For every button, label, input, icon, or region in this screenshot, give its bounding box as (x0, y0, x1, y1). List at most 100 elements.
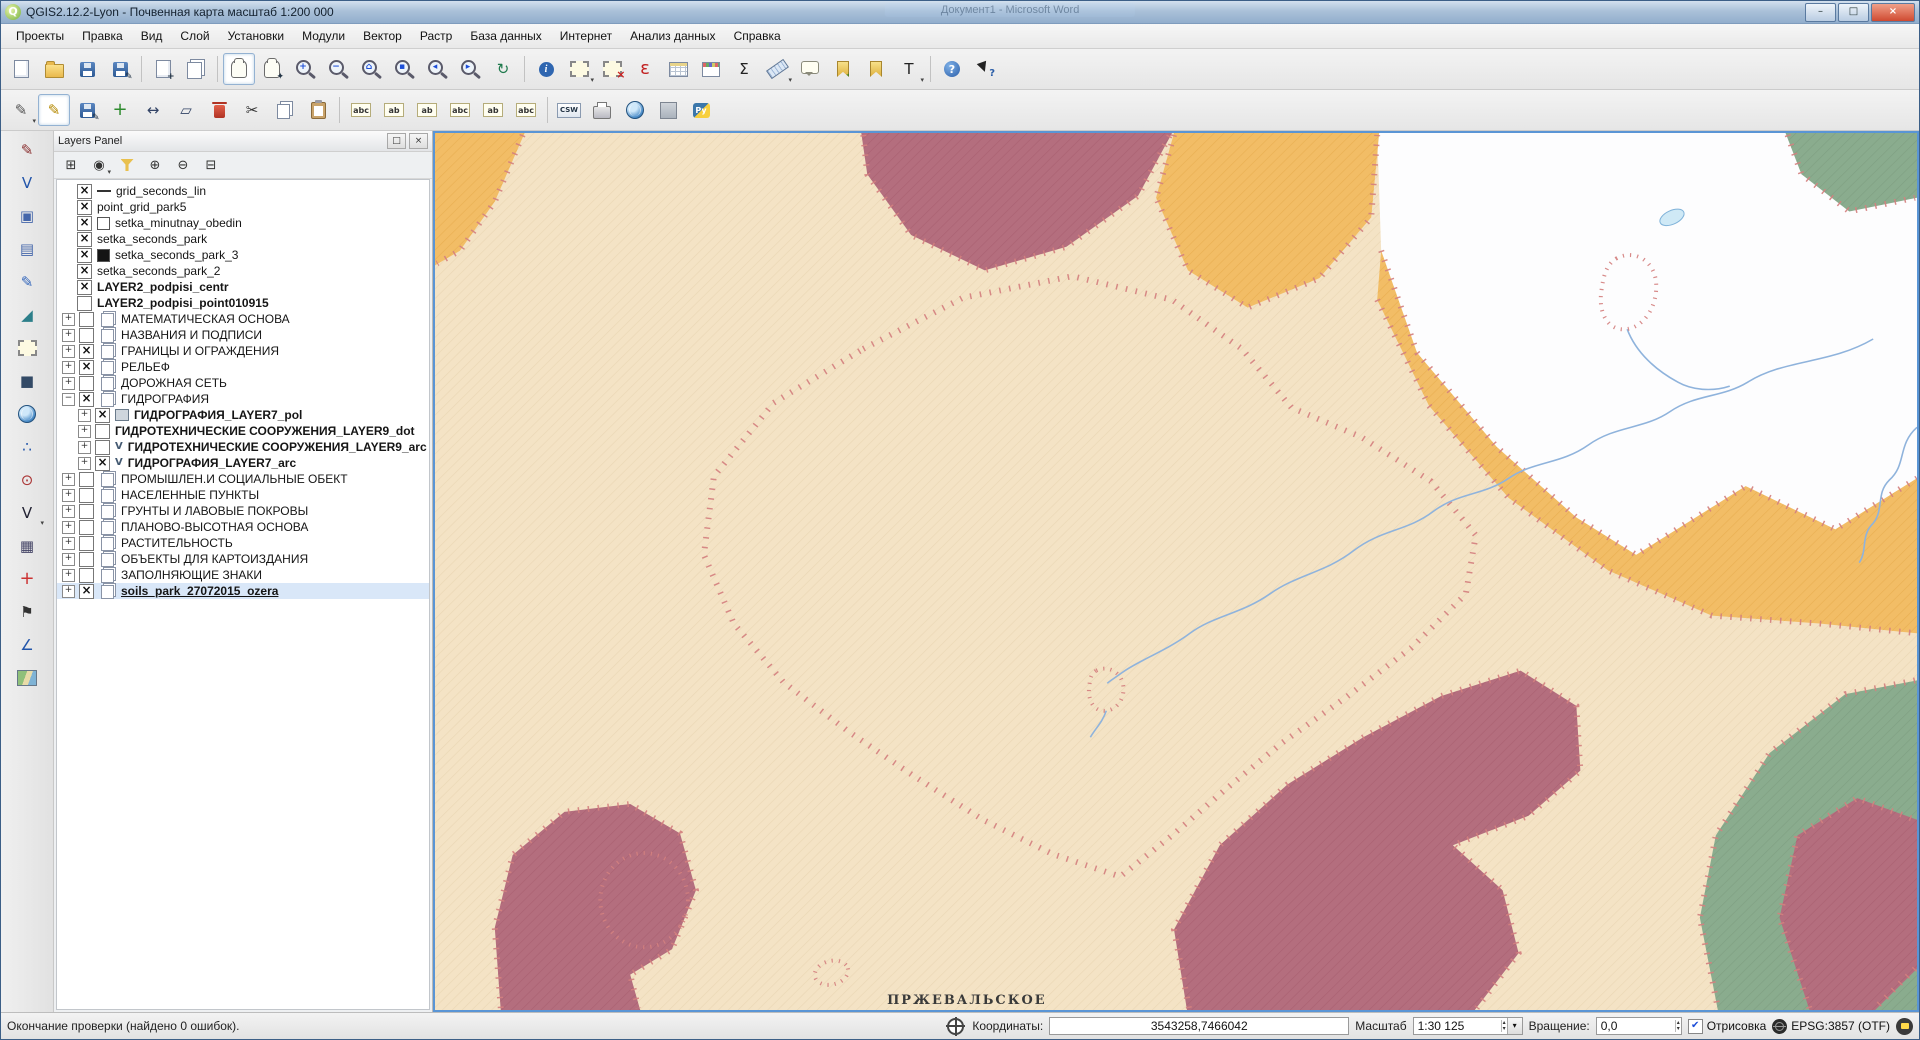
cad-blocks-button[interactable]: ▣ (9, 201, 45, 231)
field-calculator-button[interactable] (695, 53, 727, 85)
layer-checkbox[interactable]: × (95, 408, 110, 423)
change-label-button[interactable]: abc (510, 94, 542, 126)
node-tool-button[interactable]: ▱ (170, 94, 202, 126)
expander-icon[interactable]: + (62, 505, 75, 518)
close-button[interactable]: × (1871, 3, 1915, 22)
layer-row[interactable]: +ОБЪЕКТЫ ДЛЯ КАРТОИЗДАНИЯ (57, 551, 429, 567)
filter-legend-button[interactable] (114, 153, 140, 177)
pan-map-button[interactable] (223, 53, 255, 85)
layer-row[interactable]: ×setka_seconds_park_2 (57, 263, 429, 279)
expander-icon[interactable]: + (62, 377, 75, 390)
label-options-button[interactable]: abc (345, 94, 377, 126)
expander-icon[interactable]: + (62, 361, 75, 374)
menu-item[interactable]: Вектор (354, 26, 411, 46)
layer-row[interactable]: ×LAYER2_podpisi_centr (57, 279, 429, 295)
menu-item[interactable]: Растр (411, 26, 461, 46)
angle-tool-button[interactable]: ∠ (9, 630, 45, 660)
layer-checkbox[interactable] (79, 376, 94, 391)
sketch-tool-button[interactable]: ✎ (9, 267, 45, 297)
move-label-button[interactable]: abc (444, 94, 476, 126)
layer-checkbox[interactable] (79, 504, 94, 519)
layer-row[interactable]: ×setka_seconds_park (57, 231, 429, 247)
add-feature-button[interactable]: + (104, 94, 136, 126)
expander-icon[interactable]: + (62, 473, 75, 486)
layer-checkbox[interactable]: × (95, 456, 110, 471)
expander-icon[interactable]: + (78, 409, 91, 422)
layer-checkbox[interactable]: × (77, 200, 92, 215)
zoom-out-button[interactable]: − (322, 53, 354, 85)
layer-row[interactable]: +НАСЕЛЕННЫЕ ПУНКТЫ (57, 487, 429, 503)
print-export-button[interactable] (586, 94, 618, 126)
zoom-to-selection-button[interactable]: ▪ (388, 53, 420, 85)
rotation-spinbox[interactable]: 0,0 ▴▾ (1596, 1017, 1682, 1035)
composer-manager-button[interactable] (180, 53, 212, 85)
menu-item[interactable]: Слой (171, 26, 218, 46)
web-globe-button[interactable] (9, 399, 45, 429)
menu-item[interactable]: Анализ данных (621, 26, 724, 46)
save-project-as-button[interactable]: ✎ (104, 53, 136, 85)
layer-checkbox[interactable] (79, 488, 94, 503)
move-feature-button[interactable]: ↔ (137, 94, 169, 126)
map-preview-button[interactable] (9, 663, 45, 693)
vertex-tool-button[interactable]: V▾ (9, 498, 45, 528)
map-tips-button[interactable] (794, 53, 826, 85)
map-canvas[interactable]: .tk{fill:none;stroke:#d4807f;stroke-widt… (433, 131, 1919, 1012)
layer-row[interactable]: +ГРУНТЫ И ЛАВОВЫЕ ПОКРОВЫ (57, 503, 429, 519)
layer-row[interactable]: −×ГИДРОГРАФИЯ (57, 391, 429, 407)
layer-checkbox[interactable] (79, 536, 94, 551)
show-statistics-button[interactable]: Σ (728, 53, 760, 85)
panel-close-button[interactable]: × (409, 133, 428, 149)
expand-all-button[interactable]: ⊕ (142, 153, 168, 177)
layer-row[interactable]: +МАТЕМАТИЧЕСКАЯ ОСНОВА (57, 311, 429, 327)
layer-checkbox[interactable] (95, 424, 110, 439)
panel-float-button[interactable]: □ (387, 133, 406, 149)
scale-dropdown-icon[interactable]: ▾ (1507, 1018, 1522, 1034)
save-layer-edits-button[interactable]: ✎ (71, 94, 103, 126)
expander-icon[interactable]: + (62, 521, 75, 534)
layer-row[interactable]: +×ГИДРОГРАФИЯ_LAYER7_pol (57, 407, 429, 423)
collapse-all-button[interactable]: ⊖ (170, 153, 196, 177)
menu-item[interactable]: Справка (725, 26, 790, 46)
csw-search-button[interactable]: CSW (553, 94, 585, 126)
rotate-label-button[interactable]: ab (477, 94, 509, 126)
layer-checkbox[interactable] (79, 520, 94, 535)
layer-checkbox[interactable] (79, 312, 94, 327)
pin-labels-button[interactable]: ab (378, 94, 410, 126)
layer-row[interactable]: +ПРОМЫШЛЕН.И СОЦИАЛЬНЫЕ ОБЕКТ (57, 471, 429, 487)
open-project-button[interactable] (38, 53, 70, 85)
zoom-full-extent-button[interactable]: ⌂ (355, 53, 387, 85)
layer-row[interactable]: +ДОРОЖНАЯ СЕТЬ (57, 375, 429, 391)
render-checkbox[interactable]: ✔ Отрисовка (1688, 1019, 1767, 1034)
expander-icon[interactable]: + (62, 585, 75, 598)
vector-edit-button[interactable]: V (9, 168, 45, 198)
layer-row[interactable]: ×setka_seconds_park_3 (57, 247, 429, 263)
layer-checkbox[interactable] (79, 552, 94, 567)
pan-to-selection-button[interactable]: ✦ (256, 53, 288, 85)
expander-icon[interactable]: + (78, 457, 91, 470)
layer-checkbox[interactable] (79, 328, 94, 343)
zoom-in-button[interactable]: + (289, 53, 321, 85)
map-refresh-button[interactable]: ↻ (487, 53, 519, 85)
expander-icon[interactable]: + (62, 313, 75, 326)
layer-checkbox[interactable]: × (79, 584, 94, 599)
layer-visibility-button[interactable]: ◉▾ (86, 153, 112, 177)
layer-checkbox[interactable]: × (77, 184, 92, 199)
metasearch-globe-button[interactable] (619, 94, 651, 126)
menu-item[interactable]: База данных (461, 26, 550, 46)
expander-icon[interactable]: + (62, 553, 75, 566)
menu-item[interactable]: Интернет (551, 26, 621, 46)
new-print-composer-button[interactable]: + (147, 53, 179, 85)
new-bookmark-button[interactable]: + (827, 53, 859, 85)
select-by-expression-button[interactable]: ε (629, 53, 661, 85)
add-group-button[interactable]: ⊞ (58, 153, 84, 177)
vertex-markers-button[interactable]: ∴ (9, 432, 45, 462)
layer-row[interactable]: +×soils_park_27072015_ozera (57, 583, 429, 599)
zoom-last-button[interactable]: ◂ (421, 53, 453, 85)
layer-checkbox[interactable]: × (77, 248, 92, 263)
help-contents-button[interactable]: ? (936, 53, 968, 85)
menu-item[interactable]: Правка (73, 26, 132, 46)
paste-features-button[interactable] (302, 94, 334, 126)
minimize-button[interactable]: – (1805, 3, 1836, 22)
show-hide-labels-button[interactable]: ab (411, 94, 443, 126)
current-edits-button[interactable]: ✎▾ (5, 94, 37, 126)
